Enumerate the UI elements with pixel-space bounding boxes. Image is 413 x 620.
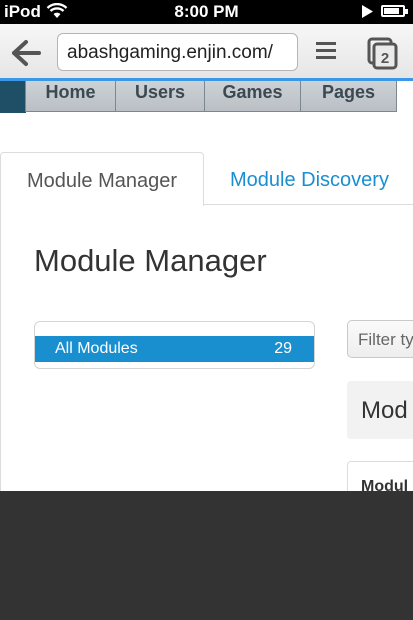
tab-divider: [204, 204, 413, 205]
module-category-list: All Modules 29: [34, 321, 315, 369]
battery-icon: [381, 5, 408, 17]
module-category-count: 29: [274, 340, 292, 357]
battery-level: [384, 8, 399, 14]
status-bar: iPod 8:00 PM: [0, 0, 413, 24]
nav-item-pages[interactable]: Pages: [300, 81, 397, 112]
address-bar[interactable]: abashgaming.enjin.com/: [57, 33, 298, 71]
url-text: abashgaming.enjin.com/: [67, 42, 273, 63]
nav-item-games[interactable]: Games: [204, 81, 301, 112]
site-nav: Home Users Games Pages: [0, 81, 413, 113]
modules-heading: Mod: [347, 381, 413, 439]
module-category-all[interactable]: All Modules 29: [35, 336, 314, 362]
filter-input[interactable]: Filter ty: [347, 320, 413, 358]
page-title: Module Manager: [34, 243, 267, 278]
tabs-icon: 2: [367, 37, 398, 70]
module-category-label: All Modules: [55, 340, 138, 357]
menu-icon[interactable]: [315, 40, 339, 62]
tab-bar: Module Manager Module Discovery: [0, 152, 413, 206]
panel-border: [0, 205, 1, 495]
browser-toolbar: abashgaming.enjin.com/ 2: [0, 24, 413, 81]
clock: 8:00 PM: [174, 2, 239, 21]
nav-item-home[interactable]: Home: [25, 81, 116, 112]
play-icon: [362, 5, 373, 18]
nav-edge: [0, 81, 26, 113]
bottom-overlay: [0, 491, 413, 620]
tabs-button[interactable]: 2: [366, 36, 400, 70]
back-arrow-icon[interactable]: [10, 38, 42, 68]
tab-count: 2: [381, 50, 389, 67]
tab-module-discovery[interactable]: Module Discovery: [204, 152, 413, 206]
tab-module-manager[interactable]: Module Manager: [0, 152, 204, 206]
nav-item-users[interactable]: Users: [115, 81, 205, 112]
